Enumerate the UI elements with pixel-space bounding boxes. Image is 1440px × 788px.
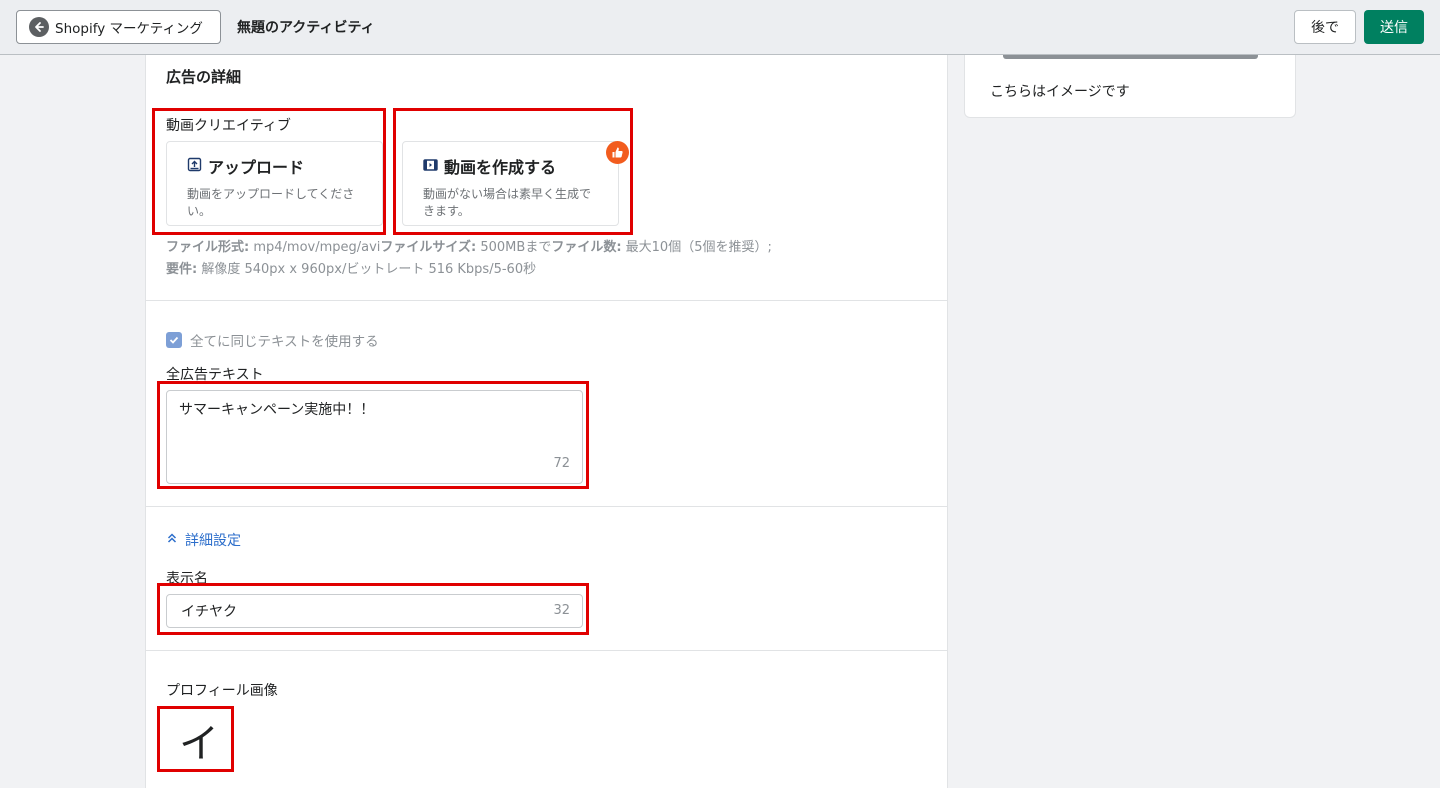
create-video-option-title: 動画を作成する bbox=[444, 158, 557, 177]
all-ad-text-label: 全広告テキスト bbox=[166, 367, 264, 383]
display-name-label: 表示名 bbox=[166, 571, 208, 587]
upload-option-title: アップロード bbox=[208, 158, 305, 177]
upload-icon bbox=[187, 157, 208, 176]
divider bbox=[146, 506, 947, 507]
file-requirements-line1: ファイル形式: mp4/mov/mpeg/aviファイルサイズ: 500MBまで… bbox=[166, 240, 772, 255]
back-button[interactable]: Shopify マーケティング bbox=[16, 10, 221, 44]
all-ad-text-value: サマーキャンペーン実施中！！ bbox=[179, 402, 375, 418]
display-name-value: イチヤク bbox=[181, 604, 237, 620]
advanced-settings-toggle[interactable]: 詳細設定 bbox=[166, 530, 241, 550]
divider bbox=[146, 650, 947, 651]
checkbox-checked-icon[interactable] bbox=[166, 332, 182, 348]
page-title: 無題のアクティビティ bbox=[237, 20, 375, 36]
profile-image-label: プロフィール画像 bbox=[166, 683, 278, 699]
char-count: 72 bbox=[553, 456, 570, 471]
send-button[interactable]: 送信 bbox=[1364, 10, 1424, 44]
preview-caption: こちらはイメージです bbox=[990, 84, 1130, 100]
same-text-checkbox-label: 全てに同じテキストを使用する bbox=[190, 334, 379, 350]
display-name-input[interactable]: イチヤク 32 bbox=[166, 594, 583, 628]
preview-card: こちらはイメージです bbox=[964, 55, 1296, 118]
film-icon bbox=[423, 157, 444, 176]
later-button[interactable]: 後で bbox=[1294, 10, 1356, 44]
divider bbox=[146, 300, 947, 301]
creative-label: 動画クリエイティブ bbox=[166, 118, 291, 134]
upload-option[interactable]: アップロード 動画をアップロードしてください。 bbox=[166, 141, 383, 226]
upload-option-desc: 動画をアップロードしてください。 bbox=[187, 187, 355, 218]
recommend-thumbs-up-icon bbox=[606, 141, 629, 164]
ad-details-card: 広告の詳細 動画クリエイティブ アップロード 動画をアップロードしてください。 … bbox=[145, 55, 948, 788]
chevron-double-up-icon bbox=[166, 532, 185, 548]
file-requirements-line2: 要件: 解像度 540px x 960px/ビットレート 516 Kbps/5-… bbox=[166, 262, 537, 277]
advanced-settings-label: 詳細設定 bbox=[185, 533, 241, 549]
char-count: 32 bbox=[553, 603, 570, 618]
same-text-checkbox-row[interactable]: 全てに同じテキストを使用する bbox=[166, 330, 379, 350]
create-video-option-desc: 動画がない場合は素早く生成できます。 bbox=[423, 187, 592, 218]
all-ad-text-input[interactable]: サマーキャンペーン実施中！！ 72 bbox=[166, 390, 583, 484]
preview-bar bbox=[1003, 55, 1258, 59]
section-title: 広告の詳細 bbox=[166, 68, 242, 86]
back-button-label: Shopify マーケティング bbox=[55, 21, 203, 37]
profile-image[interactable]: イ bbox=[168, 709, 230, 771]
create-video-option[interactable]: 動画を作成する 動画がない場合は素早く生成できます。 bbox=[402, 141, 619, 226]
arrow-left-icon bbox=[29, 17, 49, 37]
top-bar: Shopify マーケティング 無題のアクティビティ 後で 送信 bbox=[0, 0, 1440, 55]
